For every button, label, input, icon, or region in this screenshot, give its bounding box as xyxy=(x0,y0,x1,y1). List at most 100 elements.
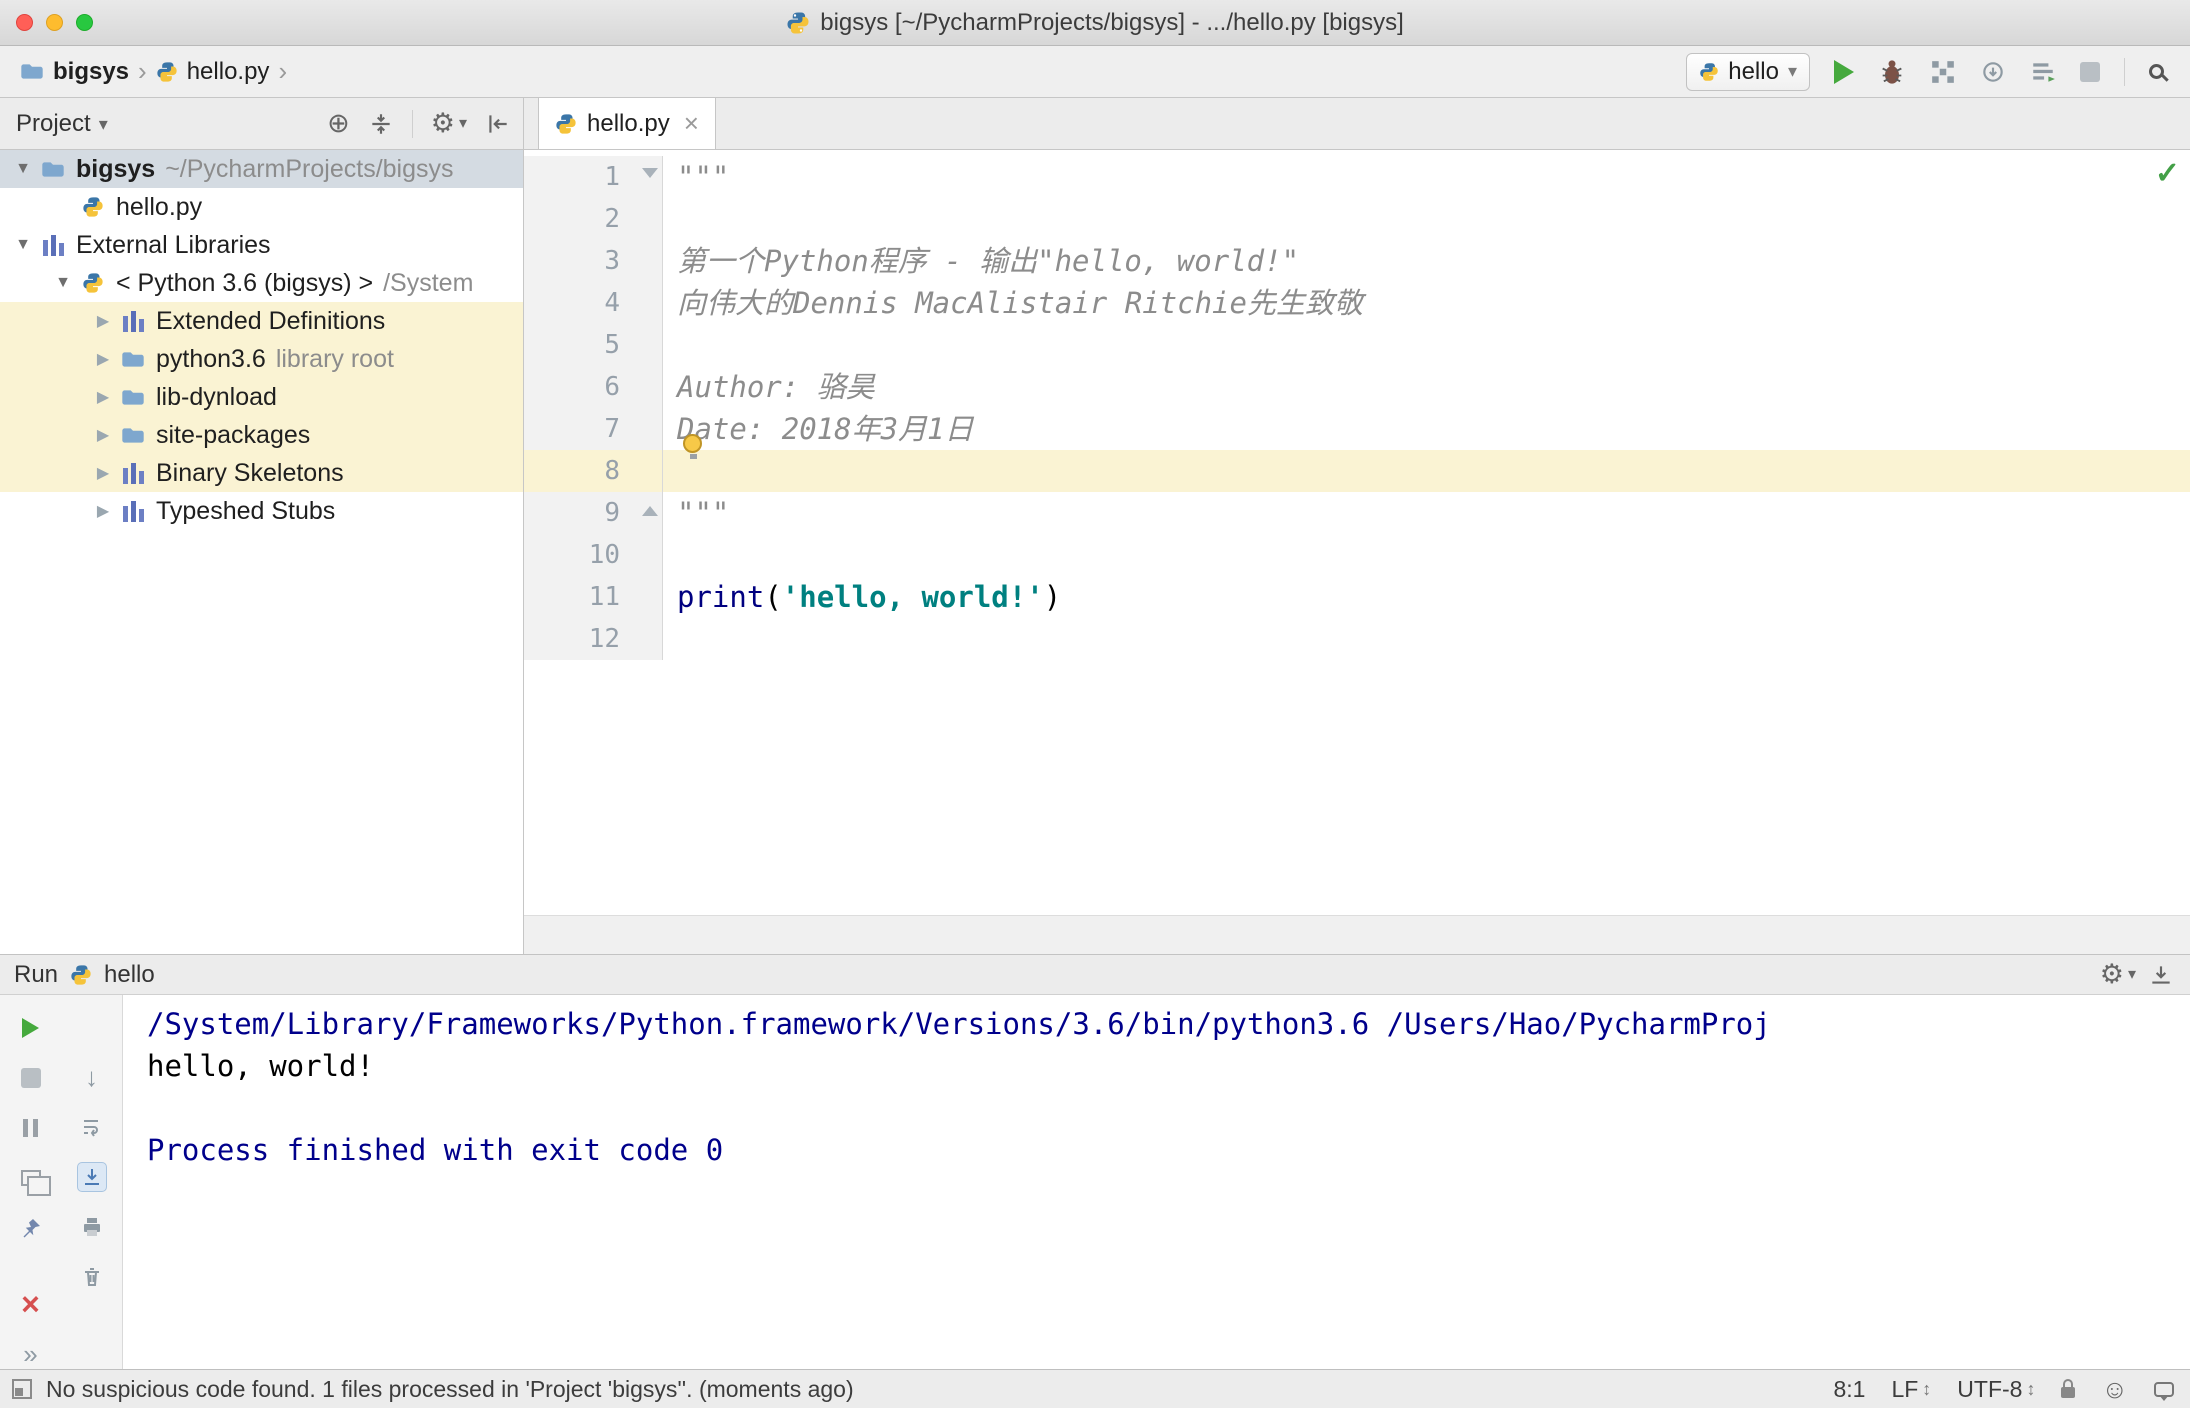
line-number: 10 xyxy=(524,534,636,576)
tree-chevron-icon[interactable]: ▶ xyxy=(88,425,118,445)
line-separator-value: LF xyxy=(1891,1375,1919,1402)
project-settings-button[interactable]: ⚙ ▾ xyxy=(431,110,467,137)
fold-marker-icon[interactable] xyxy=(642,506,658,516)
code-line[interactable]: 8 xyxy=(524,450,2190,492)
more-options-icon[interactable]: » xyxy=(16,1339,46,1369)
run-configuration-select[interactable]: hello ▾ xyxy=(1686,52,1810,91)
run-with-coverage-button[interactable] xyxy=(1930,59,1956,85)
code-line[interactable]: 11 print('hello, world!') xyxy=(524,576,2190,618)
run-console[interactable]: /System/Library/Frameworks/Python.framew… xyxy=(123,995,2190,1369)
tree-item-label: python3.6 xyxy=(156,344,266,373)
run-configuration-label: hello xyxy=(1728,57,1779,85)
tree-item[interactable]: ▶ Extended Definitions xyxy=(0,302,523,340)
stop-button[interactable] xyxy=(2080,61,2100,82)
hide-panel-button[interactable] xyxy=(485,111,511,137)
code-line[interactable]: 10 xyxy=(524,534,2190,576)
tree-item[interactable]: hello.py xyxy=(0,188,523,226)
code-line[interactable]: 9 """ xyxy=(524,492,2190,534)
updown-arrows-icon: ↕ xyxy=(1922,1378,1932,1399)
breadcrumb-separator-icon: › xyxy=(138,56,147,86)
editor-zone: hello.py × 1 """ 2 3 第一个Python程序 - 输出"hello,… xyxy=(524,98,2190,954)
hide-run-panel-button[interactable] xyxy=(2148,962,2174,988)
tab-hello-py[interactable]: hello.py × xyxy=(538,98,716,149)
code-line[interactable]: 1 """ xyxy=(524,156,2190,198)
scroll-to-end-button[interactable] xyxy=(76,1162,107,1192)
tree-item[interactable]: ▼ bigsys ~/PycharmProjects/bigsys xyxy=(0,150,523,188)
search-everywhere-icon[interactable] xyxy=(2149,64,2164,79)
down-stacktrace-button[interactable]: ↓ xyxy=(77,1062,107,1092)
project-view-label: Project xyxy=(16,109,91,137)
fold-gutter xyxy=(636,408,663,450)
pin-tab-button[interactable] xyxy=(16,1213,46,1243)
tree-chevron-icon[interactable]: ▶ xyxy=(88,311,118,331)
status-bar: No suspicious code found. 1 files proces… xyxy=(0,1369,2190,1408)
hector-inspector-icon[interactable]: ☺ xyxy=(2101,1376,2128,1402)
concurrency-diagram-button[interactable] xyxy=(2030,59,2056,85)
tree-item-suffix: ~/PycharmProjects/bigsys xyxy=(165,154,454,183)
locate-file-button[interactable]: ⊕ xyxy=(327,110,350,137)
print-button[interactable] xyxy=(77,1212,107,1242)
tree-chevron-icon[interactable]: ▼ xyxy=(48,274,78,292)
readonly-lock-icon[interactable] xyxy=(2061,1379,2076,1398)
event-log-icon[interactable] xyxy=(2154,1381,2174,1401)
run-button[interactable] xyxy=(1834,59,1854,84)
line-separator-widget[interactable]: LF ↕ xyxy=(1891,1376,1931,1403)
tree-chevron-icon[interactable]: ▶ xyxy=(88,349,118,369)
debug-button[interactable] xyxy=(1878,58,1906,86)
fold-gutter xyxy=(636,450,663,492)
tree-item-label: site-packages xyxy=(156,420,311,449)
tree-chevron-icon[interactable]: ▶ xyxy=(88,387,118,407)
intention-bulb-icon[interactable] xyxy=(683,434,702,459)
code-editor[interactable]: 1 """ 2 3 第一个Python程序 - 输出"hello, world!" 4 向伟… xyxy=(524,150,2190,915)
tree-item[interactable]: ▶ Typeshed Stubs xyxy=(0,492,523,530)
breadcrumb-file[interactable]: hello.py xyxy=(187,58,270,86)
tool-window-switcher-icon[interactable] xyxy=(12,1379,32,1399)
clear-all-button[interactable] xyxy=(77,1262,107,1292)
code-line[interactable]: 12 xyxy=(524,618,2190,660)
minimize-window-button[interactable] xyxy=(46,14,63,31)
code-line[interactable]: 3 第一个Python程序 - 输出"hello, world!" xyxy=(524,240,2190,282)
code-line[interactable]: 6 Author: 骆昊 xyxy=(524,366,2190,408)
tree-item[interactable]: ▼ < Python 3.6 (bigsys) > /System xyxy=(0,264,523,302)
soft-wrap-button[interactable] xyxy=(77,1112,107,1142)
editor-scrollbar-strip[interactable] xyxy=(524,915,2190,954)
project-view-select[interactable]: Project ▾ xyxy=(16,110,108,138)
code-line[interactable]: 4 向伟大的Dennis MacAlistair Ritchie先生致敬 xyxy=(524,282,2190,324)
python-icon xyxy=(1699,62,1719,82)
restore-layout-button[interactable] xyxy=(16,1163,51,1196)
tree-chevron-icon[interactable]: ▼ xyxy=(8,236,38,254)
pause-output-button[interactable] xyxy=(16,1113,46,1143)
code-line[interactable]: 5 xyxy=(524,324,2190,366)
close-run-panel-button[interactable]: × xyxy=(16,1288,46,1320)
tree-item[interactable]: ▼ External Libraries xyxy=(0,226,523,264)
breadcrumb-project[interactable]: bigsys xyxy=(53,58,129,86)
run-settings-button[interactable]: ⚙ ▾ xyxy=(2100,961,2136,988)
python-icon xyxy=(78,196,108,218)
zoom-window-button[interactable] xyxy=(76,14,93,31)
code-line[interactable]: 7 Date: 2018年3月1日 xyxy=(524,408,2190,459)
chevron-down-icon: ▾ xyxy=(2127,965,2136,983)
close-window-button[interactable] xyxy=(16,14,33,31)
tree-chevron-icon[interactable]: ▼ xyxy=(8,160,38,178)
fold-marker-icon[interactable] xyxy=(642,168,658,178)
tree-item[interactable]: ▶ lib-dynload xyxy=(0,378,523,416)
attach-to-process-button[interactable] xyxy=(1980,59,2006,85)
encoding-widget[interactable]: UTF-8 ↕ xyxy=(1957,1376,2035,1403)
inspections-ok-icon[interactable]: ✓ xyxy=(2155,156,2180,191)
tree-chevron-icon[interactable]: ▶ xyxy=(88,463,118,483)
tree-item[interactable]: ▶ Binary Skeletons xyxy=(0,454,523,492)
fold-gutter xyxy=(636,282,663,324)
stop-button[interactable] xyxy=(16,1063,46,1093)
library-icon xyxy=(118,500,148,522)
rerun-button[interactable] xyxy=(16,1013,46,1043)
code-line[interactable]: 2 xyxy=(524,198,2190,240)
collapse-all-button[interactable] xyxy=(368,111,394,137)
tree-item-label: < Python 3.6 (bigsys) > xyxy=(116,268,374,297)
tree-chevron-icon[interactable]: ▶ xyxy=(88,501,118,521)
tree-item[interactable]: ▶ site-packages xyxy=(0,416,523,454)
caret-position-widget[interactable]: 8:1 xyxy=(1833,1376,1865,1403)
folder-icon xyxy=(38,160,68,179)
close-tab-icon[interactable]: × xyxy=(684,108,699,139)
tree-item[interactable]: ▶ python3.6 library root xyxy=(0,340,523,378)
